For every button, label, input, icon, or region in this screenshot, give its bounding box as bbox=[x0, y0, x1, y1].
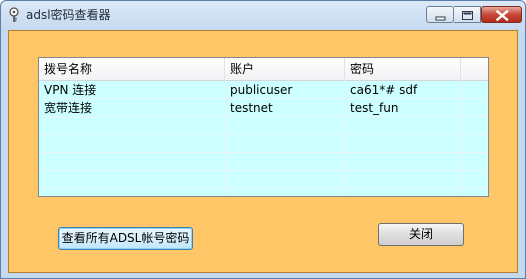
close-icon bbox=[495, 9, 509, 22]
cell-password: ca61*# sdf bbox=[350, 83, 418, 97]
column-header-account[interactable]: 账户 bbox=[225, 58, 345, 80]
cell-account: testnet bbox=[230, 101, 273, 115]
table-row[interactable]: 宽带连接 testnet test_fun bbox=[39, 99, 488, 117]
grid-line bbox=[39, 134, 488, 135]
grid-line bbox=[39, 188, 488, 189]
maximize-button[interactable] bbox=[454, 6, 481, 23]
minimize-icon bbox=[435, 16, 446, 21]
close-window-button[interactable] bbox=[481, 6, 522, 23]
account-list[interactable]: 拨号名称 账户 密码 VPN 连接 publicuser ca61*# sdf … bbox=[38, 57, 489, 197]
maximize-icon bbox=[462, 11, 473, 20]
title-bar[interactable]: adsl密码查看器 bbox=[1, 1, 525, 30]
key-icon bbox=[7, 7, 21, 23]
window-title: adsl密码查看器 bbox=[26, 8, 111, 22]
close-button[interactable]: 关闭 bbox=[378, 223, 464, 246]
column-header-filler bbox=[461, 58, 488, 80]
cell-account: publicuser bbox=[230, 83, 293, 97]
column-header-dial-name[interactable]: 拨号名称 bbox=[39, 58, 225, 80]
table-row[interactable]: VPN 连接 publicuser ca61*# sdf bbox=[39, 81, 488, 99]
app-window: adsl密码查看器 拨号名称 账户 密码 VPN 连接 publicuser c… bbox=[0, 0, 526, 279]
column-header-password[interactable]: 密码 bbox=[345, 58, 461, 80]
client-area: 拨号名称 账户 密码 VPN 连接 publicuser ca61*# sdf … bbox=[8, 30, 518, 273]
cell-dial-name: 宽带连接 bbox=[44, 101, 93, 115]
cell-dial-name: VPN 连接 bbox=[44, 83, 97, 97]
cell-password: test_fun bbox=[350, 101, 399, 115]
minimize-button[interactable] bbox=[426, 6, 454, 23]
grid-line bbox=[39, 152, 488, 153]
list-header: 拨号名称 账户 密码 bbox=[39, 58, 488, 81]
grid-line bbox=[39, 170, 488, 171]
view-all-passwords-button[interactable]: 查看所有ADSL帐号密码 bbox=[58, 227, 193, 250]
